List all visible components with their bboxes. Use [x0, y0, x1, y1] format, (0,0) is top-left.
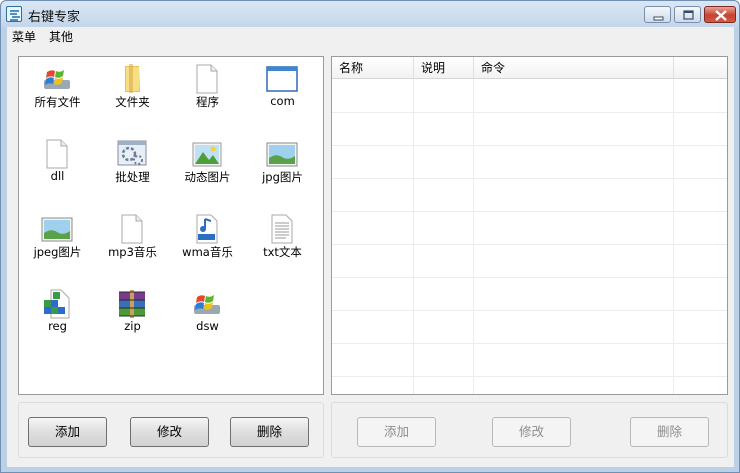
file-type-label: 所有文件 — [34, 95, 81, 109]
title-bar[interactable]: 右键专家 — [1, 1, 739, 27]
app-logo-icon[interactable] — [6, 6, 22, 22]
client-area: 菜单 其他 所有文件 文件夹 程序 com dll 批处理 动态图片 jpg图片… — [7, 27, 734, 467]
grid-line — [673, 79, 674, 394]
file-type-label: wma音乐 — [182, 245, 233, 259]
file-type-label: 动态图片 — [184, 170, 231, 184]
image-file-icon — [191, 138, 223, 170]
column-header-description[interactable]: 说明 — [414, 57, 474, 79]
grid-line — [332, 145, 727, 146]
column-header-name[interactable]: 名称 — [332, 57, 414, 79]
file-type-item[interactable]: dll — [20, 132, 95, 202]
file-type-label: com — [270, 94, 295, 108]
edit-file-type-button[interactable]: 修改 — [130, 417, 209, 447]
file-type-item[interactable]: reg — [20, 282, 95, 352]
file-type-item[interactable]: wma音乐 — [170, 207, 245, 277]
grid-line — [332, 244, 727, 245]
windows-flag-icon — [41, 63, 73, 95]
window-app-icon — [266, 63, 298, 95]
blank-file-icon — [191, 63, 223, 95]
windows-flag-icon — [191, 288, 223, 320]
column-header-command[interactable]: 命令 — [474, 57, 674, 79]
add-command-button[interactable]: 添加 — [357, 417, 436, 447]
blank-file-icon — [116, 213, 148, 245]
menu-item-other[interactable]: 其他 — [46, 28, 76, 45]
registry-icon — [41, 288, 73, 320]
delete-file-type-button[interactable]: 删除 — [230, 417, 309, 447]
file-type-label: mp3音乐 — [108, 245, 157, 259]
file-type-label: dsw — [196, 319, 219, 333]
file-type-item[interactable]: 文件夹 — [95, 57, 170, 127]
minimize-button[interactable] — [644, 6, 671, 23]
folder-icon — [116, 63, 148, 95]
winrar-icon — [116, 288, 148, 320]
left-button-group: 添加 修改 删除 — [18, 402, 324, 458]
grid-line — [413, 79, 414, 394]
grid-line — [332, 376, 727, 377]
file-type-label: 批处理 — [115, 170, 150, 184]
file-type-item[interactable]: 所有文件 — [20, 57, 95, 127]
delete-command-button[interactable]: 删除 — [630, 417, 709, 447]
picture-icon — [41, 213, 73, 245]
file-type-label: dll — [50, 169, 65, 183]
blank-file-icon — [41, 138, 73, 170]
command-list-header: 名称 说明 命令 — [332, 57, 727, 79]
batch-gear-icon — [116, 138, 148, 170]
file-type-label: 程序 — [196, 95, 219, 109]
picture-icon — [266, 138, 298, 170]
wma-music-icon — [191, 213, 223, 245]
grid-line — [332, 178, 727, 179]
file-type-item[interactable]: mp3音乐 — [95, 207, 170, 277]
menu-item-menu[interactable]: 菜单 — [9, 28, 39, 45]
add-file-type-button[interactable]: 添加 — [28, 417, 107, 447]
app-window: 右键专家 菜单 其他 所有文件 文件夹 程序 com dll 批处理 动态图片 … — [0, 0, 740, 473]
grid-line — [332, 112, 727, 113]
grid-line — [332, 310, 727, 311]
file-type-list[interactable]: 所有文件 文件夹 程序 com dll 批处理 动态图片 jpg图片 jpeg图… — [18, 56, 324, 395]
file-type-item[interactable]: jpg图片 — [245, 132, 320, 202]
file-type-item[interactable]: zip — [95, 282, 170, 352]
file-type-label: txt文本 — [263, 245, 302, 259]
file-type-label: reg — [48, 319, 67, 333]
file-type-item[interactable]: txt文本 — [245, 207, 320, 277]
file-type-item[interactable]: 程序 — [170, 57, 245, 127]
grid-line — [332, 277, 727, 278]
maximize-button[interactable] — [674, 6, 701, 23]
grid-line — [473, 79, 474, 394]
menu-bar: 菜单 其他 — [7, 27, 734, 45]
grid-line — [332, 211, 727, 212]
grid-line — [332, 343, 727, 344]
file-type-item[interactable]: 批处理 — [95, 132, 170, 202]
window-title: 右键专家 — [28, 10, 81, 25]
close-button[interactable] — [704, 6, 736, 23]
file-type-label: 文件夹 — [115, 95, 150, 109]
command-list[interactable]: 名称 说明 命令 — [331, 56, 728, 395]
file-type-label: zip — [124, 319, 141, 333]
file-type-label: jpeg图片 — [33, 245, 82, 259]
file-type-item[interactable]: com — [245, 57, 320, 127]
file-type-item[interactable]: 动态图片 — [170, 132, 245, 202]
file-type-item[interactable]: dsw — [170, 282, 245, 352]
file-type-label: jpg图片 — [262, 170, 303, 184]
text-file-icon — [266, 213, 298, 245]
edit-command-button[interactable]: 修改 — [492, 417, 571, 447]
right-button-group: 添加 修改 删除 — [331, 402, 728, 458]
file-type-item[interactable]: jpeg图片 — [20, 207, 95, 277]
